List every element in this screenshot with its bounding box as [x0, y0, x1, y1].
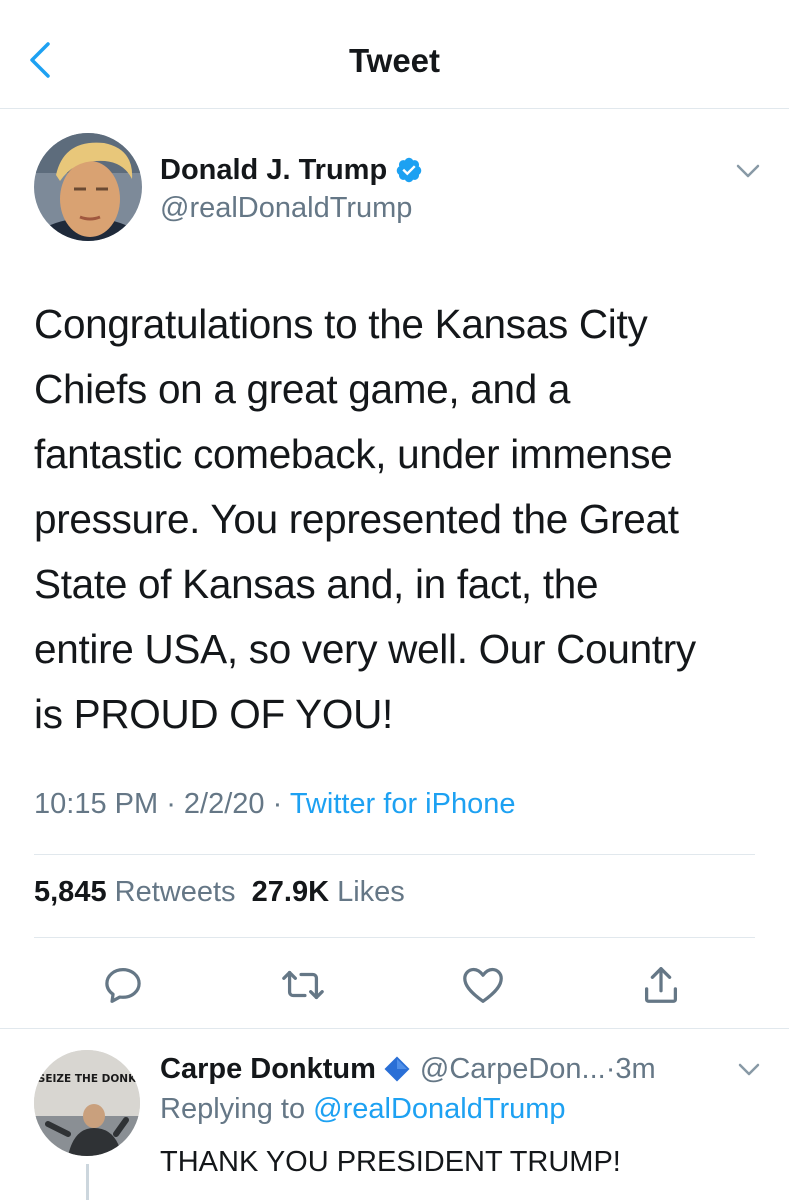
retweet-icon [282, 970, 324, 1000]
tweet-text: Congratulations to the Kansas City Chief… [34, 292, 764, 747]
tweet-source-link[interactable]: Twitter for iPhone [290, 788, 516, 820]
tweet-text-line: pressure. You represented the Great [34, 496, 679, 542]
tweet-text-line: is PROUD OF YOU! [34, 691, 393, 737]
tweet-text-line: entire USA, so very well. Our Country [34, 626, 696, 672]
author-avatar-image [34, 133, 142, 241]
retweets-count: 5,845 [34, 876, 107, 908]
divider [34, 854, 755, 855]
top-nav-bar: Tweet [0, 0, 789, 109]
reply-button[interactable] [100, 962, 146, 1008]
tweet-date: 2/2/20 [183, 788, 265, 820]
page-title: Tweet [348, 42, 441, 79]
reply-avatar-image: SEIZE THE DONK [34, 1050, 140, 1156]
author-avatar[interactable] [34, 133, 142, 241]
likes-count: 27.9K [251, 876, 330, 908]
share-icon [644, 967, 678, 1003]
retweets-label: Retweets [114, 876, 236, 908]
reply-time: 3m [615, 1052, 656, 1085]
likes-label: Likes [337, 876, 405, 908]
retweet-button[interactable] [280, 962, 326, 1008]
tweet-stats: 5,845 Retweets 27.9K Likes [34, 876, 405, 909]
reply-icon [105, 968, 141, 1003]
tweet-time: 10:15 PM [34, 788, 159, 820]
replying-to-mention-link[interactable]: @realDonaldTrump [313, 1093, 565, 1125]
share-button[interactable] [638, 962, 684, 1008]
author-display-name[interactable]: Donald J. Trump [160, 154, 387, 187]
reply-handle[interactable]: @CarpeDon... [420, 1053, 606, 1086]
reply-more-options-chevron-icon[interactable] [736, 1060, 762, 1080]
reply-author-avatar[interactable]: SEIZE THE DONK [34, 1050, 140, 1156]
reply-tweet-text: THANK YOU PRESIDENT TRUMP! [160, 1146, 621, 1178]
likes-stat[interactable]: 27.9K Likes [252, 876, 405, 908]
reply-header-row: Carpe Donktum @CarpeDon... · 3m [160, 1049, 656, 1089]
tweet-meta: 10:15 PM · 2/2/20 · Twitter for iPhone [34, 788, 515, 821]
replying-to-prefix: Replying to [160, 1093, 314, 1125]
replying-to-line: Replying to @realDonaldTrump [160, 1093, 566, 1126]
like-icon [463, 967, 503, 1003]
verified-badge-icon [396, 157, 422, 183]
avatar-caption: SEIZE THE DONK [38, 1073, 137, 1085]
like-button[interactable] [460, 962, 506, 1008]
tweet-text-line: fantastic comeback, under immense [34, 431, 673, 477]
tweet-text-line: Chiefs on a great game, and a [34, 366, 571, 412]
reply-display-name[interactable]: Carpe Donktum [160, 1053, 376, 1086]
divider [0, 1028, 789, 1029]
author-name-row: Donald J. Trump [160, 150, 423, 190]
divider [34, 937, 755, 938]
author-handle[interactable]: @realDonaldTrump [160, 192, 412, 225]
blue-diamond-icon [384, 1056, 410, 1082]
more-options-chevron-icon[interactable] [734, 160, 762, 182]
retweets-stat[interactable]: 5,845 Retweets [34, 876, 236, 908]
tweet-text-line: Congratulations to the Kansas City [34, 301, 648, 347]
reply-time-separator: · [605, 1052, 616, 1085]
meta-separator: · [264, 788, 290, 820]
meta-separator: · [158, 788, 184, 820]
tweet-text-line: State of Kansas and, in fact, the [34, 561, 599, 607]
thread-connector-line [86, 1164, 89, 1200]
